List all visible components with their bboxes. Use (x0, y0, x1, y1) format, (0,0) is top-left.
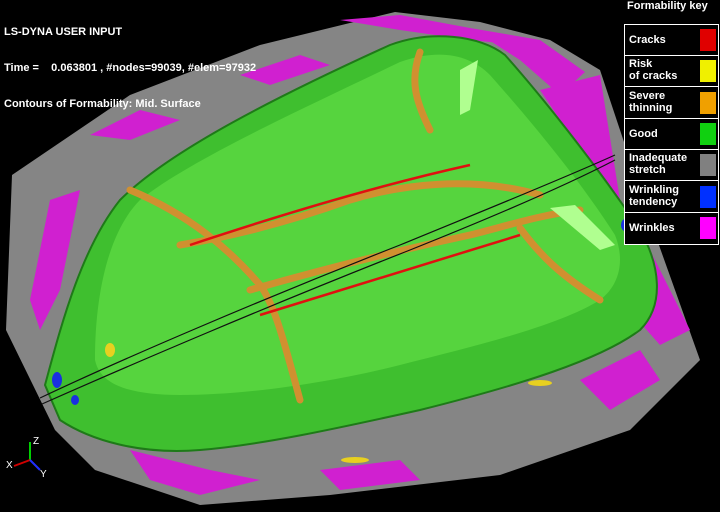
axis-y-label: Y (40, 469, 47, 480)
legend-label-line1: Severe (629, 89, 666, 102)
legend-row: Wrinkles (625, 213, 718, 244)
legend-label-line1: Risk (629, 58, 653, 71)
legend-label-line1: Good (629, 127, 658, 140)
formability-legend: Cracks Risk of cracks Severe thinning Good Ina… (624, 24, 719, 245)
legend-label: Severe thinning (629, 90, 697, 114)
legend-label-line2: thinning (629, 101, 673, 114)
legend-row: Wrinkling tendency (625, 182, 718, 213)
legend-label: Risk of cracks (629, 58, 697, 82)
axis-x-label: X (6, 460, 13, 471)
legend-label: Cracks (629, 34, 697, 46)
legend-row: Risk of cracks (625, 56, 718, 88)
legend-row: Severe thinning (625, 88, 718, 119)
legend-label-line1: Cracks (629, 34, 666, 46)
legend-label-line1: Inadequate (629, 152, 688, 165)
legend-swatch (700, 60, 716, 83)
legend-swatch (700, 122, 716, 145)
time-text: Time = 0.063801 , #nodes=99039, #elem=97… (4, 62, 257, 74)
legend-row: Inadequate stretch (625, 150, 718, 182)
axis-z-label: Z (33, 436, 39, 447)
legend-label-line2: stretch (629, 164, 666, 177)
legend-label-line1: Wrinkling (629, 183, 679, 196)
legend-swatch (700, 29, 716, 51)
legend-label-line2: of cracks (629, 70, 678, 83)
legend-label: Wrinkling tendency (629, 184, 697, 208)
legend-swatch (700, 91, 716, 114)
legend-row: Cracks (625, 25, 718, 56)
legend-label: Inadequate stretch (629, 152, 697, 176)
viewport-header: LS-DYNA USER INPUT Time = 0.063801 , #no… (4, 2, 256, 122)
legend-label-line1: Wrinkles (629, 221, 675, 234)
legend-swatch (700, 185, 716, 208)
axis-triad: Z X Y (6, 436, 47, 480)
legend-label-line2: tendency (629, 195, 678, 208)
title-text: LS-DYNA USER INPUT (4, 26, 123, 38)
legend-label: Wrinkles (629, 222, 697, 234)
legend-row: Good (625, 119, 718, 150)
legend-swatch (700, 154, 716, 177)
contours-text: Contours of Formability: Mid. Surface (4, 98, 201, 110)
legend-swatch (700, 216, 716, 239)
legend-title: Formability key (627, 0, 708, 12)
legend-label: Good (629, 128, 697, 140)
